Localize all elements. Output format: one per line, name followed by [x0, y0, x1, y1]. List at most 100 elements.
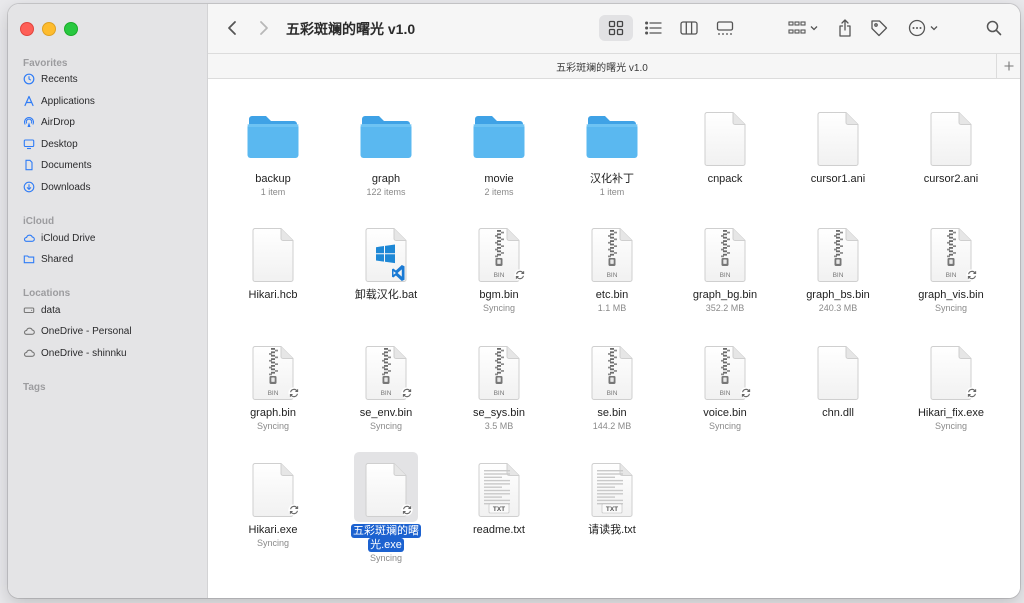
file-item[interactable]: BIN graph_vis.bin Syncing	[896, 217, 1006, 314]
sidebar-item-documents[interactable]: Documents	[23, 155, 92, 175]
sidebar-item-data[interactable]: data	[23, 300, 60, 320]
close-button[interactable]	[20, 22, 34, 36]
list-icon	[644, 21, 662, 35]
sidebar-item-applications[interactable]: Applications	[23, 91, 95, 111]
bin-label: BIN	[607, 390, 618, 397]
file-item[interactable]: Hikari.hcb	[218, 217, 328, 302]
sidebar-item-label: OneDrive - shinnku	[41, 347, 127, 359]
folder-item[interactable]: 汉化补丁 1 item	[557, 101, 667, 198]
sync-icon	[966, 387, 978, 399]
chevron-down-icon	[930, 26, 938, 31]
file-item[interactable]: BIN se_env.bin Syncing	[331, 335, 441, 432]
file-icon: BIN	[919, 217, 983, 287]
file-name: graph_bs.bin	[806, 289, 870, 301]
folder-icon-wrap	[580, 101, 644, 171]
file-icon	[241, 452, 305, 522]
file-item[interactable]: BIN graph_bg.bin 352.2 MB	[670, 217, 780, 314]
file-item[interactable]: BIN voice.bin Syncing	[670, 335, 780, 432]
window-controls	[20, 22, 78, 36]
minimize-button[interactable]	[42, 22, 56, 36]
file-name: Hikari.hcb	[248, 289, 298, 301]
file-name: cursor1.ani	[810, 173, 866, 185]
folder-item[interactable]: graph 122 items	[331, 101, 441, 198]
sidebar-item-airdrop[interactable]: AirDrop	[23, 112, 75, 132]
document-icon	[23, 159, 35, 171]
file-item[interactable]: TXT readme.txt	[444, 452, 554, 537]
file-item[interactable]: chn.dll	[783, 335, 893, 420]
file-item[interactable]: BIN bgm.bin Syncing	[444, 217, 554, 314]
sidebar-item-desktop[interactable]: Desktop	[23, 134, 78, 154]
new-tab-button[interactable]	[996, 54, 1020, 78]
file-item[interactable]: cursor2.ani	[896, 101, 1006, 186]
share-button[interactable]	[833, 15, 857, 41]
tags-header[interactable]: Tags	[23, 382, 46, 393]
sync-icon	[401, 387, 413, 399]
icon-view-button[interactable]	[599, 15, 633, 41]
file-meta: 144.2 MB	[592, 421, 632, 431]
file-meta: 1 item	[260, 187, 286, 197]
file-item[interactable]: TXT 请读我.txt	[557, 452, 667, 537]
file-item[interactable]: 五彩斑斓的曙 光.exe Syncing	[331, 452, 441, 564]
sidebar-item-label: OneDrive - Personal	[41, 325, 132, 337]
zoom-button[interactable]	[64, 22, 78, 36]
file-icon: TXT	[467, 452, 531, 522]
file-item[interactable]: BIN graph_bs.bin 240.3 MB	[783, 217, 893, 314]
chevron-right-icon	[260, 21, 268, 35]
file-item[interactable]: Hikari_fix.exe Syncing	[896, 335, 1006, 432]
tab-title[interactable]: 五彩斑斓的曙光 v1.0	[208, 59, 996, 74]
bin-label: BIN	[946, 272, 957, 279]
file-meta: Syncing	[256, 538, 290, 548]
file-item[interactable]: BIN se.bin 144.2 MB	[557, 335, 667, 432]
file-item[interactable]: 卸载汉化.bat	[331, 217, 441, 302]
file-name: graph_vis.bin	[918, 289, 984, 301]
list-view-button[interactable]	[636, 15, 670, 41]
tab-bar: 五彩斑斓的曙光 v1.0	[208, 54, 1020, 79]
file-item[interactable]: cursor1.ani	[783, 101, 893, 186]
tag-button[interactable]	[867, 15, 891, 41]
text-file-icon: TXT	[478, 463, 520, 517]
sidebar-item-downloads[interactable]: Downloads	[23, 177, 90, 197]
file-meta: Syncing	[256, 421, 290, 431]
sidebar-item-onedrive-personal[interactable]: OneDrive - Personal	[23, 321, 132, 341]
file-name: se_sys.bin	[473, 407, 525, 419]
text-file-icon: TXT	[591, 463, 633, 517]
group-icon	[788, 21, 806, 34]
sidebar-item-onedrive-shinnku[interactable]: OneDrive - shinnku	[23, 343, 127, 363]
search-button[interactable]	[982, 16, 1006, 40]
plus-icon	[1004, 61, 1013, 71]
gallery-view-button[interactable]	[708, 15, 742, 41]
sidebar-item-recents[interactable]: Recents	[23, 69, 78, 89]
bin-label: BIN	[607, 272, 618, 279]
archive-file-icon: BIN	[478, 346, 520, 400]
file-name: cursor2.ani	[923, 173, 979, 185]
grid-icon	[608, 20, 624, 36]
folder-item[interactable]: movie 2 items	[444, 101, 554, 198]
file-name: etc.bin	[595, 289, 629, 301]
back-button[interactable]	[222, 18, 242, 38]
file-item[interactable]: Hikari.exe Syncing	[218, 452, 328, 549]
window-title: 五彩斑斓的曙光 v1.0	[286, 21, 416, 37]
svg-text:TXT: TXT	[493, 506, 505, 513]
file-meta: 352.2 MB	[705, 303, 745, 313]
file-name: movie	[484, 173, 514, 185]
file-icon: BIN	[354, 335, 418, 405]
sidebar-item-icloud-drive[interactable]: iCloud Drive	[23, 228, 95, 248]
group-by-button[interactable]	[783, 16, 823, 40]
forward-button[interactable]	[254, 18, 274, 38]
toolbar: 五彩斑斓的曙光 v1.0	[208, 4, 1020, 54]
file-name: cnpack	[707, 173, 743, 185]
file-item[interactable]: cnpack	[670, 101, 780, 186]
sync-icon	[740, 387, 752, 399]
file-item[interactable]: BIN se_sys.bin 3.5 MB	[444, 335, 554, 432]
svg-text:TXT: TXT	[606, 506, 618, 513]
file-icon: BIN	[467, 335, 531, 405]
column-view-button[interactable]	[672, 15, 706, 41]
archive-file-icon: BIN	[817, 228, 859, 282]
file-meta: 122 items	[366, 187, 406, 197]
sidebar-item-shared[interactable]: Shared	[23, 249, 73, 269]
action-menu-button[interactable]	[902, 16, 944, 40]
folder-item[interactable]: backup 1 item	[218, 101, 328, 198]
file-item[interactable]: BIN graph.bin Syncing	[218, 335, 328, 432]
file-name: bgm.bin	[479, 289, 519, 301]
file-item[interactable]: BIN etc.bin 1.1 MB	[557, 217, 667, 314]
